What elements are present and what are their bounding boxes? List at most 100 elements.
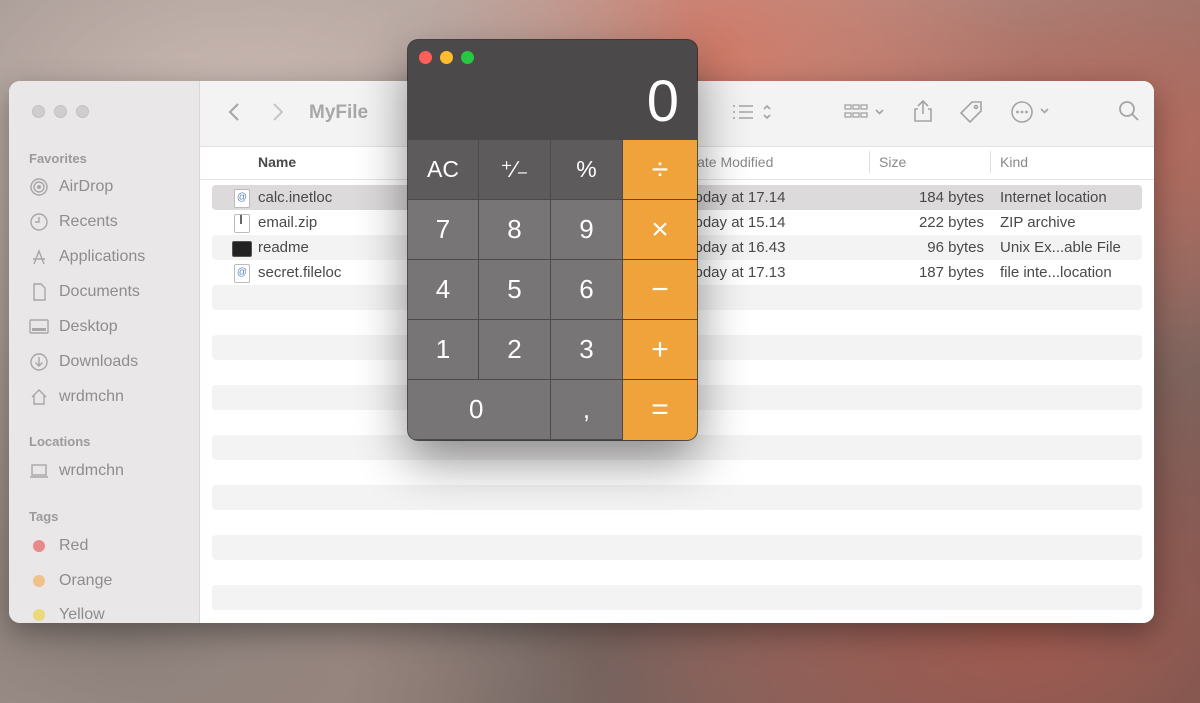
sidebar-item-home[interactable]: wrdmchn	[29, 386, 124, 408]
terminal-icon	[232, 241, 252, 257]
airdrop-icon	[29, 177, 49, 197]
empty-row	[212, 585, 1142, 610]
divide-button[interactable]: ÷	[623, 140, 697, 200]
file-size: 187 bytes	[918, 264, 984, 281]
inetloc-icon: @	[234, 189, 250, 208]
sidebar-item-label: Yellow	[59, 606, 105, 623]
minus-button[interactable]: −	[623, 260, 697, 320]
tag-dot-icon	[29, 571, 49, 591]
column-divider[interactable]	[990, 151, 991, 173]
digit-4-button[interactable]: 4	[408, 260, 479, 320]
file-modified: Today at 15.14	[687, 214, 786, 231]
digit-5-button[interactable]: 5	[479, 260, 551, 320]
sidebar-item-label: Applications	[59, 248, 146, 265]
chevron-right-icon	[273, 103, 284, 121]
sidebar-tag-orange[interactable]: Orange	[29, 570, 112, 592]
file-modified: Today at 17.13	[687, 264, 786, 281]
grid-icon	[844, 104, 884, 118]
window-title: MyFile	[309, 102, 369, 123]
sidebar-item-downloads[interactable]: Downloads	[29, 351, 138, 373]
more-icon	[1011, 101, 1049, 123]
column-divider[interactable]	[869, 151, 870, 173]
laptop-icon	[29, 461, 49, 481]
chevron-left-icon	[228, 103, 239, 121]
file-name: secret.fileloc	[258, 264, 342, 281]
digit-7-button[interactable]: 7	[408, 200, 479, 260]
file-size: 184 bytes	[918, 189, 984, 206]
digit-3-button[interactable]: 3	[551, 320, 623, 380]
tags-heading: Tags	[29, 509, 59, 524]
file-kind: file inte...location	[1000, 264, 1112, 281]
tag-dot-icon	[29, 605, 49, 623]
sidebar: Favorites AirDrop Recents Applications D…	[9, 81, 200, 623]
window-controls	[419, 51, 474, 64]
back-button[interactable]	[228, 102, 240, 128]
search-icon	[1119, 101, 1139, 121]
percent-button[interactable]: %	[551, 140, 623, 200]
group-button[interactable]	[843, 102, 889, 128]
close-button[interactable]	[32, 105, 45, 118]
sidebar-item-label: Documents	[59, 283, 140, 300]
digit-1-button[interactable]: 1	[408, 320, 479, 380]
document-icon	[29, 282, 49, 302]
sidebar-item-laptop[interactable]: wrdmchn	[29, 460, 124, 482]
sidebar-item-applications[interactable]: Applications	[29, 246, 145, 268]
share-button[interactable]	[912, 99, 934, 129]
minimize-button[interactable]	[440, 51, 453, 64]
list-view-button[interactable]	[731, 102, 779, 128]
digit-6-button[interactable]: 6	[551, 260, 623, 320]
sidebar-item-label: wrdmchn	[59, 388, 124, 405]
minimize-button[interactable]	[54, 105, 67, 118]
forward-button[interactable]	[272, 102, 284, 128]
sidebar-item-label: Orange	[59, 572, 113, 589]
decimal-button[interactable]: ,	[551, 380, 623, 440]
action-button[interactable]	[1010, 100, 1056, 130]
column-date-modified[interactable]: Date Modified	[687, 154, 773, 170]
sidebar-tag-red[interactable]: Red	[29, 535, 88, 557]
zoom-button[interactable]	[76, 105, 89, 118]
window-controls	[32, 105, 89, 118]
file-size: 96 bytes	[927, 239, 984, 256]
column-name[interactable]: Name	[258, 154, 296, 170]
empty-row	[212, 560, 1142, 585]
search-button[interactable]	[1118, 100, 1140, 128]
file-kind: Unix Ex...able File	[1000, 239, 1121, 256]
empty-row	[212, 485, 1142, 510]
clear-button[interactable]: AC	[408, 140, 479, 200]
file-name: email.zip	[258, 214, 318, 231]
file-name: calc.inetloc	[258, 189, 333, 206]
empty-row	[212, 610, 1142, 623]
sign-button[interactable]: ⁺∕₋	[479, 140, 551, 200]
file-modified: Today at 16.43	[687, 239, 786, 256]
sidebar-item-recents[interactable]: Recents	[29, 211, 118, 233]
zoom-button[interactable]	[461, 51, 474, 64]
file-modified: Today at 17.14	[687, 189, 786, 206]
column-kind[interactable]: Kind	[1000, 154, 1028, 170]
sidebar-item-label: AirDrop	[59, 178, 114, 195]
sidebar-item-documents[interactable]: Documents	[29, 281, 140, 303]
locations-heading: Locations	[29, 434, 91, 449]
plus-button[interactable]: +	[623, 320, 697, 380]
calculator-window: 0 AC ⁺∕₋ % ÷ 7 8 9 × 4 5 6 − 1 2 3 + 0 ,…	[408, 40, 697, 440]
keypad: AC ⁺∕₋ % ÷ 7 8 9 × 4 5 6 − 1 2 3 + 0 , =	[408, 140, 697, 440]
digit-2-button[interactable]: 2	[479, 320, 551, 380]
zip-icon	[234, 214, 250, 233]
sidebar-item-airdrop[interactable]: AirDrop	[29, 176, 113, 198]
digit-0-button[interactable]: 0	[408, 380, 551, 440]
digit-8-button[interactable]: 8	[479, 200, 551, 260]
sidebar-item-desktop[interactable]: Desktop	[29, 316, 118, 338]
digit-9-button[interactable]: 9	[551, 200, 623, 260]
equals-button[interactable]: =	[623, 380, 697, 440]
column-size[interactable]: Size	[879, 154, 906, 170]
clock-icon	[29, 212, 49, 232]
close-button[interactable]	[419, 51, 432, 64]
file-kind: ZIP archive	[1000, 214, 1076, 231]
multiply-button[interactable]: ×	[623, 200, 697, 260]
sidebar-item-label: wrdmchn	[59, 462, 124, 479]
desktop-icon	[29, 317, 49, 337]
sidebar-item-label: Red	[59, 537, 89, 554]
sidebar-tag-yellow[interactable]: Yellow	[29, 604, 105, 623]
tag-button[interactable]	[959, 100, 983, 130]
fileloc-icon: @	[234, 264, 250, 283]
file-name: readme	[258, 239, 309, 256]
